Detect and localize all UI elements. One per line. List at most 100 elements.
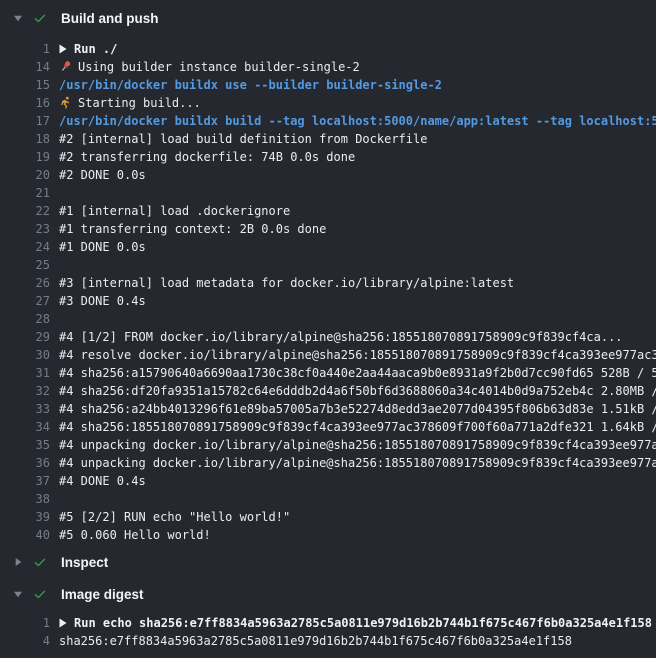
line-number[interactable]: 21 bbox=[0, 184, 50, 202]
line-content: #1 [internal] load .dockerignore bbox=[59, 202, 290, 220]
line-number[interactable]: 31 bbox=[0, 364, 50, 382]
run-arrow-icon[interactable] bbox=[59, 41, 67, 58]
line-number[interactable]: 19 bbox=[0, 148, 50, 166]
log-line: 32 #4 sha256:df20fa9351a15782c64e6dddb2d4… bbox=[0, 382, 656, 400]
line-number[interactable]: 36 bbox=[0, 454, 50, 472]
line-number[interactable]: 20 bbox=[0, 166, 50, 184]
line-content: #2 DONE 0.0s bbox=[59, 166, 146, 184]
line-number[interactable]: 25 bbox=[0, 256, 50, 274]
line-number[interactable]: 18 bbox=[0, 130, 50, 148]
line-number[interactable]: 40 bbox=[0, 526, 50, 544]
line-content: #4 sha256:a15790640a6690aa1730c38cf0a440… bbox=[59, 364, 656, 382]
line-text: #4 unpacking docker.io/library/alpine@sh… bbox=[59, 456, 656, 470]
step-title: Inspect bbox=[61, 555, 108, 570]
line-content: Using builder instance builder-single-2 bbox=[59, 58, 360, 76]
line-content: #4 resolve docker.io/library/alpine@sha2… bbox=[59, 346, 656, 364]
line-number[interactable]: 35 bbox=[0, 436, 50, 454]
log-line: 16 Starting build... bbox=[0, 94, 656, 112]
line-content: #4 DONE 0.4s bbox=[59, 472, 146, 490]
line-text: Starting build... bbox=[78, 96, 201, 110]
line-content: #4 sha256:df20fa9351a15782c64e6dddb2d4a6… bbox=[59, 382, 656, 400]
line-text: #4 [1/2] FROM docker.io/library/alpine@s… bbox=[59, 330, 623, 344]
pushpin-icon bbox=[59, 60, 72, 76]
line-number[interactable]: 39 bbox=[0, 508, 50, 526]
line-text: #4 unpacking docker.io/library/alpine@sh… bbox=[59, 438, 656, 452]
log-lines-image-digest: 1 Run echo sha256:e7ff8834a5963a2785c5a08… bbox=[0, 610, 656, 658]
line-content: Run echo sha256:e7ff8834a5963a2785c5a081… bbox=[59, 614, 652, 632]
step-title: Image digest bbox=[61, 587, 144, 602]
line-content: #3 DONE 0.4s bbox=[59, 292, 146, 310]
chevron-right-icon bbox=[13, 557, 23, 567]
line-number[interactable]: 1 bbox=[0, 40, 50, 58]
line-text: #4 sha256:a15790640a6690aa1730c38cf0a440… bbox=[59, 366, 656, 380]
line-text: Run ./ bbox=[74, 42, 117, 56]
line-number[interactable]: 27 bbox=[0, 292, 50, 310]
line-content: #2 [internal] load build definition from… bbox=[59, 130, 427, 148]
line-number[interactable]: 34 bbox=[0, 418, 50, 436]
line-number[interactable]: 15 bbox=[0, 76, 50, 94]
line-text: /usr/bin/docker buildx use --builder bui… bbox=[59, 78, 442, 92]
log-line: 37 #4 DONE 0.4s bbox=[0, 472, 656, 490]
line-text: #1 [internal] load .dockerignore bbox=[59, 204, 290, 218]
line-text: #5 0.060 Hello world! bbox=[59, 528, 211, 542]
line-number[interactable]: 22 bbox=[0, 202, 50, 220]
line-number[interactable]: 1 bbox=[0, 614, 50, 632]
line-content: #1 transferring context: 2B 0.0s done bbox=[59, 220, 326, 238]
line-content: #5 0.060 Hello world! bbox=[59, 526, 211, 544]
step-header-image-digest[interactable]: Image digest bbox=[0, 578, 656, 610]
line-number[interactable]: 29 bbox=[0, 328, 50, 346]
success-check-icon bbox=[33, 555, 47, 569]
log-line: 4sha256:e7ff8834a5963a2785c5a0811e979d16… bbox=[0, 632, 656, 650]
line-number[interactable]: 17 bbox=[0, 112, 50, 130]
line-text: #1 transferring context: 2B 0.0s done bbox=[59, 222, 326, 236]
line-content: #4 unpacking docker.io/library/alpine@sh… bbox=[59, 436, 656, 454]
line-text: #4 sha256:df20fa9351a15782c64e6dddb2d4a6… bbox=[59, 384, 656, 398]
line-number[interactable]: 23 bbox=[0, 220, 50, 238]
log-line: 26#3 [internal] load metadata for docker… bbox=[0, 274, 656, 292]
log-line: 36 #4 unpacking docker.io/library/alpine@… bbox=[0, 454, 656, 472]
line-number[interactable]: 32 bbox=[0, 382, 50, 400]
line-number[interactable]: 16 bbox=[0, 94, 50, 112]
line-number[interactable]: 38 bbox=[0, 490, 50, 508]
log-line: 17/usr/bin/docker buildx build --tag loc… bbox=[0, 112, 656, 130]
chevron-down-icon bbox=[13, 13, 23, 23]
line-number[interactable]: 37 bbox=[0, 472, 50, 490]
line-text: #4 DONE 0.4s bbox=[59, 474, 146, 488]
line-content: Run ./ bbox=[59, 40, 117, 58]
line-text: #4 sha256:a24bb4013296f61e89ba57005a7b3e… bbox=[59, 402, 656, 416]
line-content: #4 sha256:185518070891758909c9f839cf4ca3… bbox=[59, 418, 656, 436]
log-line: 30 #4 resolve docker.io/library/alpine@sh… bbox=[0, 346, 656, 364]
line-content: Starting build... bbox=[59, 94, 201, 112]
log-line: 33 #4 sha256:a24bb4013296f61e89ba57005a7b… bbox=[0, 400, 656, 418]
line-number[interactable]: 30 bbox=[0, 346, 50, 364]
line-number[interactable]: 26 bbox=[0, 274, 50, 292]
log-line: 18 #2 [internal] load build definition fr… bbox=[0, 130, 656, 148]
log-line: 25 bbox=[0, 256, 656, 274]
line-text: #2 [internal] load build definition from… bbox=[59, 132, 427, 146]
log-line: 28 bbox=[0, 310, 656, 328]
step-title: Build and push bbox=[61, 11, 159, 26]
success-check-icon bbox=[33, 587, 47, 601]
line-text: Run echo sha256:e7ff8834a5963a2785c5a081… bbox=[74, 616, 652, 630]
line-text: #4 resolve docker.io/library/alpine@sha2… bbox=[59, 348, 656, 362]
log-line: 24#1 DONE 0.0s bbox=[0, 238, 656, 256]
log-line: 20 #2 DONE 0.0s bbox=[0, 166, 656, 184]
step-header-build-and-push[interactable]: Build and push bbox=[0, 0, 656, 36]
log-line: 35 #4 unpacking docker.io/library/alpine@… bbox=[0, 436, 656, 454]
success-check-icon bbox=[33, 11, 47, 25]
log-line: 34 #4 sha256:185518070891758909c9f839cf4c… bbox=[0, 418, 656, 436]
line-text: #2 DONE 0.0s bbox=[59, 168, 146, 182]
log-line: 27 #3 DONE 0.4s bbox=[0, 292, 656, 310]
line-text: #4 sha256:185518070891758909c9f839cf4ca3… bbox=[59, 420, 656, 434]
step-header-inspect[interactable]: Inspect bbox=[0, 546, 656, 578]
log-lines-build-and-push: 1 Run ./ 14 Using builder instance builder-… bbox=[0, 36, 656, 546]
line-number[interactable]: 4 bbox=[0, 632, 50, 650]
line-text: #2 transferring dockerfile: 74B 0.0s don… bbox=[59, 150, 355, 164]
log-line: 23 #1 transferring context: 2B 0.0s done bbox=[0, 220, 656, 238]
run-arrow-icon[interactable] bbox=[59, 615, 67, 632]
log-line: 38 bbox=[0, 490, 656, 508]
line-number[interactable]: 28 bbox=[0, 310, 50, 328]
line-number[interactable]: 14 bbox=[0, 58, 50, 76]
line-number[interactable]: 33 bbox=[0, 400, 50, 418]
line-number[interactable]: 24 bbox=[0, 238, 50, 256]
